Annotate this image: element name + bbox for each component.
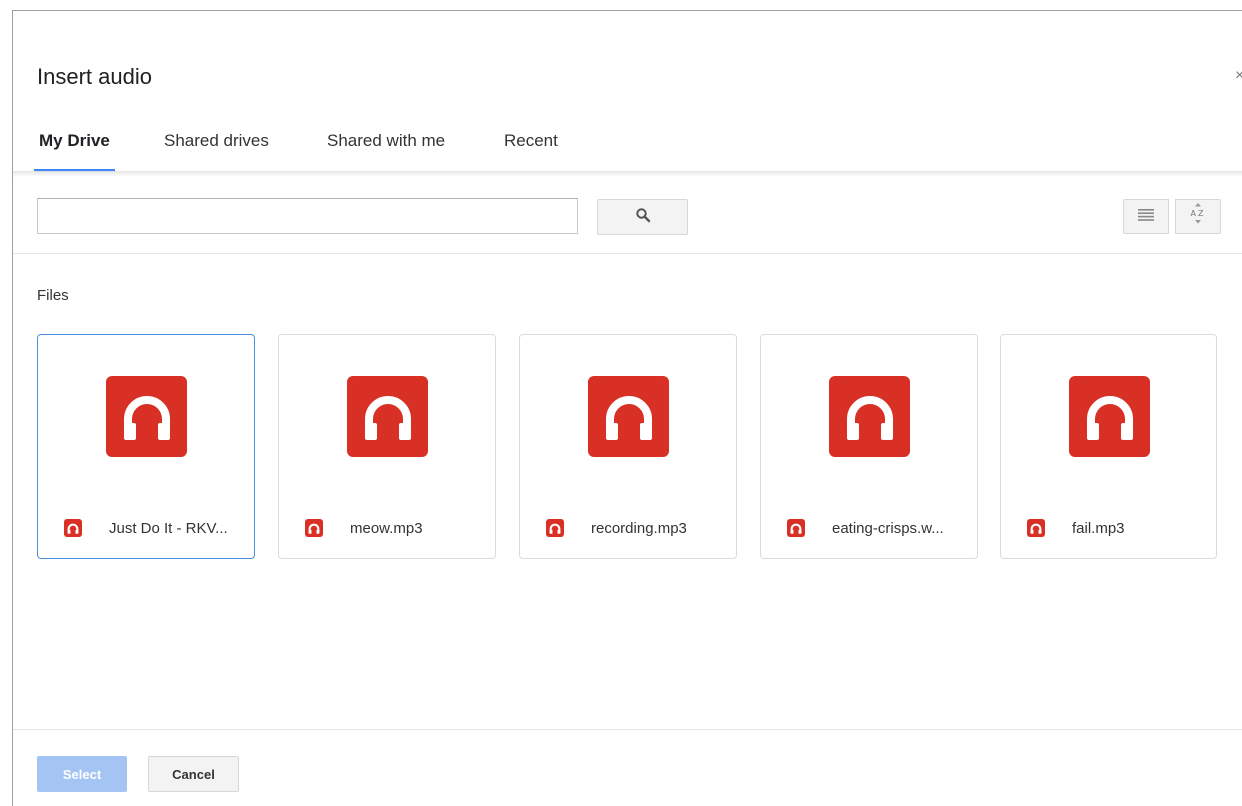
- tab-my-drive[interactable]: My Drive: [39, 129, 110, 173]
- audio-headphones-icon: [829, 376, 910, 457]
- audio-file-icon: [1027, 519, 1045, 537]
- sort-button[interactable]: A Z: [1175, 199, 1221, 234]
- search-button[interactable]: [597, 199, 688, 235]
- list-view-icon: [1138, 208, 1154, 226]
- tab-bar-shadow: [13, 171, 1242, 177]
- audio-file-icon: [305, 519, 323, 537]
- select-button[interactable]: Select: [37, 756, 127, 792]
- file-name: recording.mp3: [591, 520, 687, 537]
- dialog-title: Insert audio: [37, 64, 152, 89]
- footer-divider: [13, 729, 1242, 730]
- files-section-label: Files: [37, 287, 69, 304]
- audio-headphones-icon: [347, 376, 428, 457]
- audio-file-icon: [64, 519, 82, 537]
- file-card[interactable]: eating-crisps.w...: [760, 334, 978, 559]
- file-name: meow.mp3: [350, 520, 423, 537]
- file-card[interactable]: fail.mp3: [1000, 334, 1217, 559]
- file-name: fail.mp3: [1072, 520, 1125, 537]
- file-card[interactable]: Just Do It - RKV...: [37, 334, 255, 559]
- list-view-button[interactable]: [1123, 199, 1169, 234]
- cancel-button[interactable]: Cancel: [148, 756, 239, 792]
- audio-headphones-icon: [1069, 376, 1150, 457]
- search-input[interactable]: [37, 198, 578, 234]
- insert-audio-dialog: Insert audio × My Drive Shared drives Sh…: [12, 10, 1242, 806]
- audio-file-icon: [787, 519, 805, 537]
- close-icon[interactable]: ×: [1235, 67, 1242, 85]
- svg-text:A: A: [1191, 209, 1197, 218]
- audio-headphones-icon: [106, 376, 187, 457]
- svg-text:Z: Z: [1198, 209, 1204, 218]
- sort-az-icon: A Z: [1190, 203, 1206, 230]
- tab-shared-with-me[interactable]: Shared with me: [327, 129, 445, 173]
- toolbar-divider: [13, 253, 1242, 254]
- tab-bar: My Drive Shared drives Shared with me Re…: [13, 129, 1242, 175]
- audio-headphones-icon: [588, 376, 669, 457]
- file-name: Just Do It - RKV...: [109, 520, 228, 537]
- file-name: eating-crisps.w...: [832, 520, 944, 537]
- tab-shared-drives[interactable]: Shared drives: [164, 129, 269, 173]
- file-card[interactable]: recording.mp3: [519, 334, 737, 559]
- audio-file-icon: [546, 519, 564, 537]
- file-card[interactable]: meow.mp3: [278, 334, 496, 559]
- search-icon: [635, 207, 651, 228]
- tab-recent[interactable]: Recent: [504, 129, 558, 173]
